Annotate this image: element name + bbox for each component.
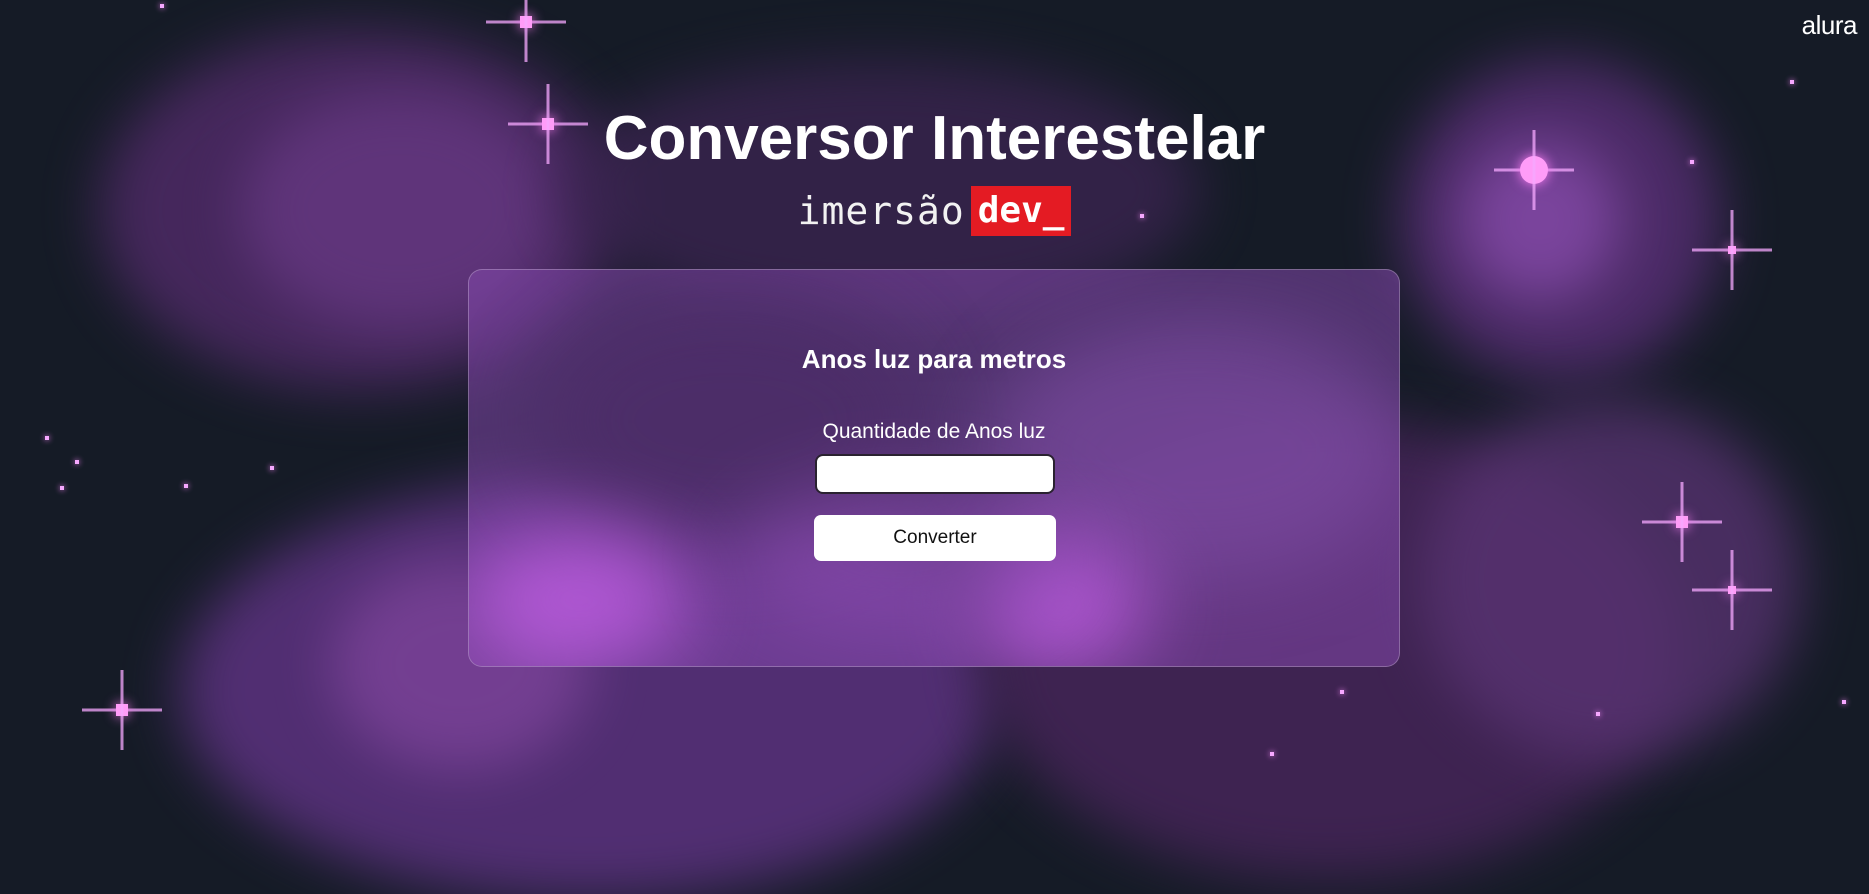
star — [270, 466, 274, 470]
tagline-prefix: imersão — [797, 189, 965, 233]
converter-card: Anos luz para metros Quantidade de Anos … — [468, 269, 1400, 667]
page-title: Conversor Interestelar — [603, 104, 1266, 173]
card-glow — [469, 530, 689, 666]
tagline-badge: dev_ — [970, 186, 1072, 236]
star — [45, 436, 49, 440]
star — [75, 460, 79, 464]
star-flare — [1712, 230, 1752, 270]
alura-logo: alura — [1801, 10, 1858, 40]
star-flare — [1712, 570, 1752, 610]
star-flare — [1642, 482, 1722, 562]
light-years-input[interactable] — [815, 454, 1055, 494]
star — [184, 484, 188, 488]
star — [1790, 80, 1794, 84]
star — [160, 4, 164, 8]
star — [1596, 712, 1600, 716]
star-flare — [486, 0, 566, 62]
star — [1340, 690, 1344, 694]
light-years-label: Quantidade de Anos luz — [822, 420, 1046, 443]
star — [1270, 752, 1274, 756]
star-flare — [82, 670, 162, 750]
card-title: Anos luz para metros — [801, 344, 1067, 374]
convert-button[interactable]: Converter — [814, 515, 1056, 561]
star — [60, 486, 64, 490]
star — [1842, 700, 1846, 704]
imersao-dev-tagline: imersão dev_ — [0, 186, 1869, 236]
